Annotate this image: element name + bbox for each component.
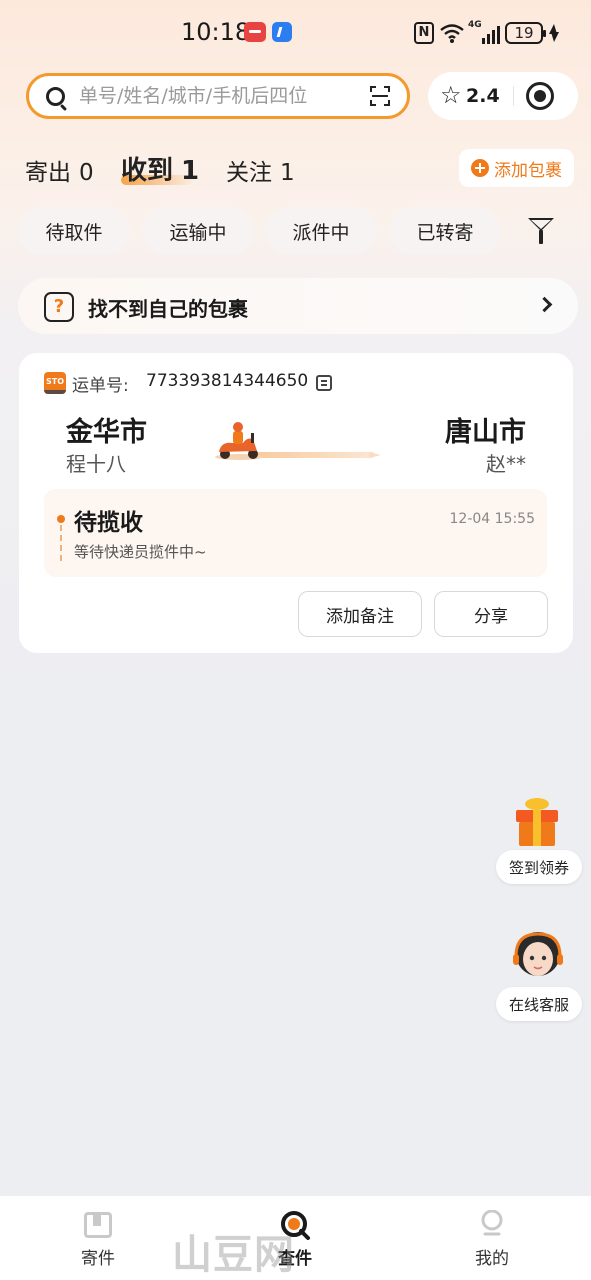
customer-service-label: 在线客服 [496, 987, 582, 1021]
tab-count: 0 [79, 160, 94, 186]
status-description: 等待快递员揽件中~ [74, 543, 207, 561]
app-notification-icon-2 [272, 22, 292, 42]
checkin-coupon-widget[interactable]: 签到领券 [496, 796, 582, 886]
filter-icon-stem [539, 230, 543, 244]
status-time: 12-04 15:55 [449, 511, 535, 527]
recipient-name: 赵** [486, 452, 526, 476]
tab-count: 1 [181, 156, 200, 186]
gift-icon [516, 798, 558, 846]
package-card[interactable]: STO 运单号: 773393814344650 金华市 程十八 唐山市 赵**… [19, 353, 573, 653]
tracking-label: 运单号: [72, 376, 129, 396]
route-line [249, 452, 375, 458]
destination-city: 唐山市 [445, 417, 526, 448]
tab-label: 关注 [226, 160, 272, 186]
customer-service-avatar-icon [513, 932, 563, 976]
tab-count: 1 [280, 160, 295, 186]
share-button[interactable]: 分享 [434, 591, 548, 637]
rating-pill[interactable]: ☆ 2.4 [428, 72, 578, 120]
filter-chip-in-transit[interactable]: 运输中 [142, 207, 254, 255]
add-package-label: 添加包裹 [494, 160, 562, 181]
tab-label: 收到 [121, 156, 174, 186]
filter-chip-forwarded[interactable]: 已转寄 [389, 207, 501, 255]
tracking-number: 773393814344650 [146, 371, 309, 391]
rating-value: 2.4 [466, 85, 500, 107]
status-bar: 10:18 N 4G 19 [0, 0, 591, 64]
package-status[interactable]: 待揽收 12-04 15:55 等待快递员揽件中~ [44, 489, 547, 577]
record-icon[interactable] [526, 82, 554, 110]
customer-service-widget[interactable]: 在线客服 [496, 928, 582, 1022]
delivery-scooter-icon [215, 422, 263, 460]
plus-icon [471, 159, 489, 177]
filter-chip-pending-pickup[interactable]: 待取件 [18, 207, 130, 255]
tab-following[interactable]: 关注 1 [226, 153, 295, 187]
add-package-button[interactable]: 添加包裹 [459, 149, 574, 187]
divider [513, 86, 514, 106]
route-arrow-icon [369, 452, 381, 458]
status-time: 10:18 [181, 18, 251, 46]
watermark: 山豆网 Shandon.net [172, 1232, 295, 1278]
wifi-icon [439, 22, 465, 44]
question-icon: ? [44, 292, 74, 322]
battery-icon: 19 [505, 22, 546, 44]
nav-label: 寄件 [81, 1249, 115, 1269]
star-icon: ☆ [440, 81, 462, 109]
copy-icon[interactable] [316, 375, 332, 391]
add-note-button[interactable]: 添加备注 [298, 591, 422, 637]
nav-item-send[interactable]: 寄件 [38, 1196, 158, 1280]
sender-name: 程十八 [66, 452, 126, 476]
tab-sent[interactable]: 寄出 0 [25, 153, 94, 187]
checkin-coupon-label: 签到领券 [496, 850, 582, 884]
status-title: 待揽收 [74, 510, 143, 536]
missing-package-banner[interactable]: ? 找不到自己的包裹 [18, 278, 578, 334]
status-timeline [60, 525, 62, 561]
missing-package-text: 找不到自己的包裹 [88, 297, 248, 321]
tab-received[interactable]: 收到 1 [121, 150, 199, 187]
status-indicators: N 4G 19 [414, 20, 559, 46]
search-input[interactable] [79, 82, 349, 110]
filter-chip-out-for-delivery[interactable]: 派件中 [265, 207, 377, 255]
cellular-signal-icon: 4G [468, 20, 500, 44]
scan-icon[interactable] [370, 86, 390, 106]
box-icon [84, 1212, 112, 1238]
tab-label: 寄出 [25, 160, 71, 186]
chevron-right-icon [536, 296, 553, 313]
charging-icon [548, 23, 559, 43]
carrier-logo: STO [44, 372, 66, 394]
search-bar[interactable] [26, 73, 410, 119]
origin-city: 金华市 [66, 417, 147, 448]
app-notification-icon [244, 22, 266, 42]
nfc-icon: N [414, 22, 434, 44]
search-icon [46, 87, 65, 106]
status-dot [57, 515, 65, 523]
